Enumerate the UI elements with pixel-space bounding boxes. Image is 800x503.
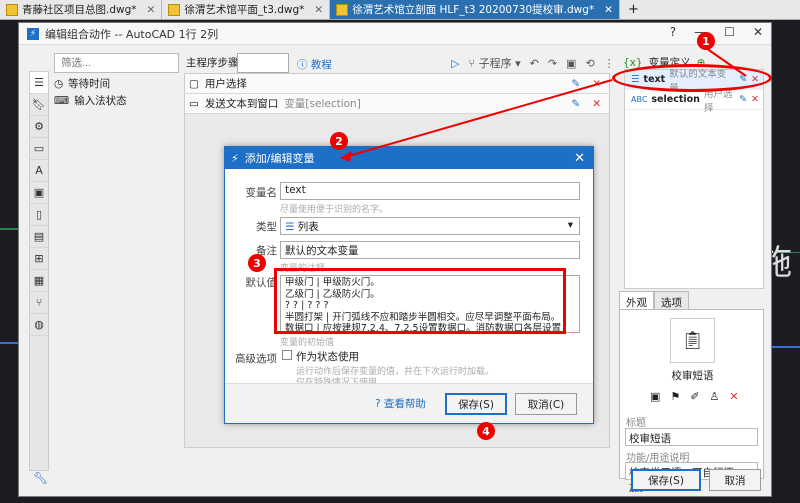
- arrow-head: [340, 151, 352, 162]
- annotation-arrow: [344, 79, 613, 158]
- annotation-arrow: [705, 47, 747, 77]
- annotation-arrows: [340, 47, 747, 162]
